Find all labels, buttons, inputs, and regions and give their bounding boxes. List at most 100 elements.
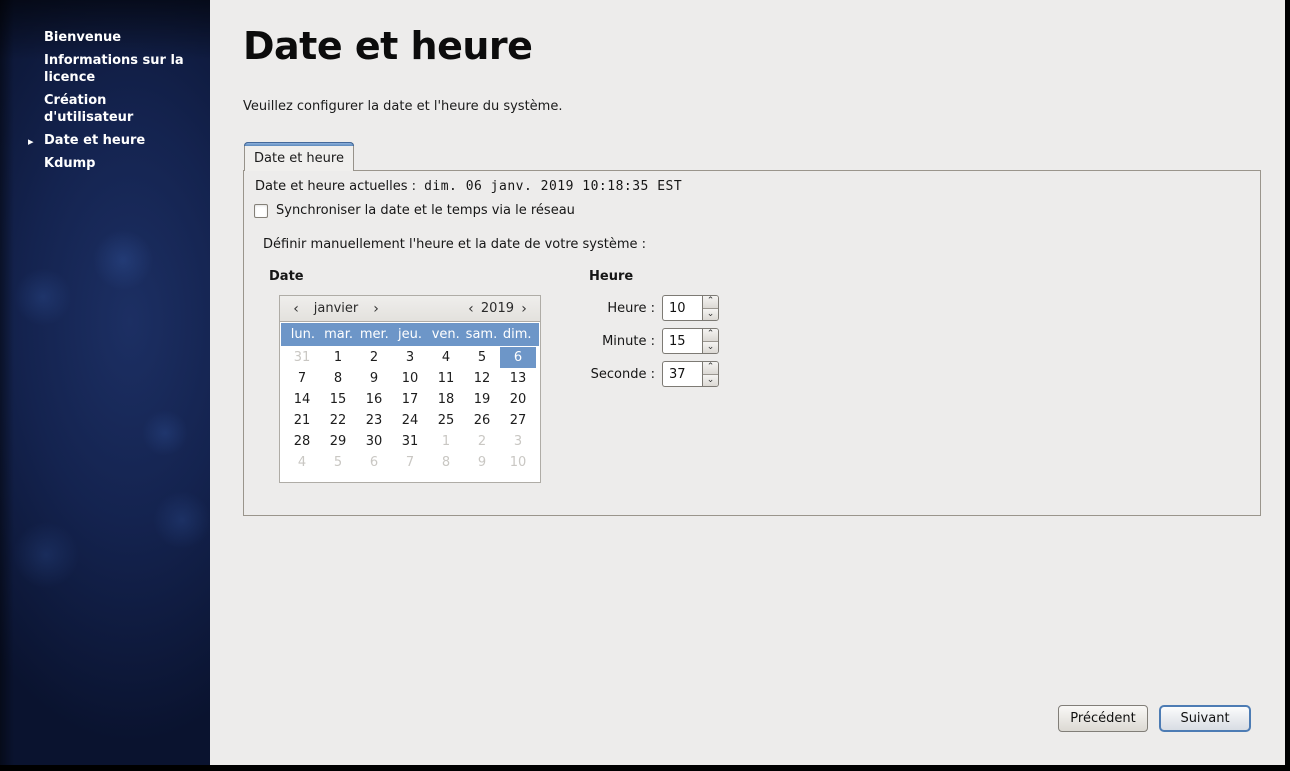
minute-label: Minute : — [602, 333, 655, 349]
calendar-day[interactable]: 18 — [428, 389, 464, 410]
active-step-icon: ▸ — [28, 135, 34, 148]
calendar-day[interactable]: 23 — [356, 410, 392, 431]
sidebar-item-label: Kdump — [44, 156, 96, 171]
calendar-day[interactable]: 21 — [284, 410, 320, 431]
minute-spinbox: ⌃ ⌄ — [662, 328, 719, 354]
calendar-day[interactable]: 19 — [464, 389, 500, 410]
calendar-week: 28 29 30 31 1 2 3 — [284, 431, 536, 452]
calendar-day[interactable]: 8 — [428, 452, 464, 473]
time-section-label: Heure — [589, 269, 634, 284]
calendar-day[interactable]: 4 — [284, 452, 320, 473]
second-spin-buttons: ⌃ ⌄ — [702, 361, 719, 387]
calendar-day[interactable]: 29 — [320, 431, 356, 452]
calendar-day[interactable]: 17 — [392, 389, 428, 410]
calendar-nav: ‹ janvier › ‹ 2019 › — [280, 296, 540, 322]
calendar-day[interactable]: 13 — [500, 368, 536, 389]
next-button[interactable]: Suivant — [1159, 705, 1251, 732]
calendar-day[interactable]: 1 — [320, 347, 356, 368]
day-name: lun. — [290, 327, 315, 342]
second-input[interactable] — [662, 361, 702, 387]
calendar-day[interactable]: 5 — [464, 347, 500, 368]
calendar-day[interactable]: 1 — [428, 431, 464, 452]
hour-spin-buttons: ⌃ ⌄ — [702, 295, 719, 321]
sidebar-item-licence[interactable]: ▸ Informations sur la licence — [0, 49, 210, 89]
spin-down-icon[interactable]: ⌄ — [703, 374, 718, 386]
spin-up-icon[interactable]: ⌃ — [703, 329, 718, 342]
tab-date-et-heure[interactable]: Date et heure — [244, 142, 354, 171]
calendar-day[interactable]: 10 — [392, 368, 428, 389]
main-content: Date et heure Veuillez configurer la dat… — [210, 0, 1285, 765]
calendar-day[interactable]: 4 — [428, 347, 464, 368]
calendar-day-names: lun. mar. mer. jeu. ven. sam. dim. — [281, 323, 539, 346]
prev-month-icon[interactable]: ‹ — [288, 301, 304, 317]
ntp-sync-label[interactable]: Synchroniser la date et le temps via le … — [276, 203, 575, 218]
sidebar-item-kdump[interactable]: ▸ Kdump — [0, 152, 210, 175]
spin-up-icon[interactable]: ⌃ — [703, 296, 718, 309]
calendar-day-selected[interactable]: 6 — [500, 347, 536, 368]
calendar-day[interactable]: 27 — [500, 410, 536, 431]
spin-up-icon[interactable]: ⌃ — [703, 362, 718, 375]
calendar-day[interactable]: 7 — [392, 452, 428, 473]
calendar-day[interactable]: 7 — [284, 368, 320, 389]
next-year-icon[interactable]: › — [516, 301, 532, 317]
calendar-day[interactable]: 5 — [320, 452, 356, 473]
active-tab-accent — [244, 142, 354, 146]
calendar-day[interactable]: 11 — [428, 368, 464, 389]
calendar-day[interactable]: 24 — [392, 410, 428, 431]
ntp-sync-checkbox[interactable] — [254, 203, 268, 218]
date-time-panel: Date et heure actuelles : dim. 06 janv. … — [243, 170, 1261, 516]
time-fields: Heure : ⌃ ⌄ Minute : ⌃ — [544, 295, 719, 394]
sidebar-item-date-et-heure[interactable]: ▸ Date et heure — [0, 129, 210, 152]
sidebar-item-label: Création d'utilisateur — [44, 93, 134, 125]
calendar-day[interactable]: 16 — [356, 389, 392, 410]
minute-row: Minute : ⌃ ⌄ — [544, 328, 719, 354]
calendar-day[interactable]: 9 — [464, 452, 500, 473]
current-datetime-label: Date et heure actuelles : — [255, 179, 417, 194]
calendar-day[interactable]: 10 — [500, 452, 536, 473]
day-name: mer. — [359, 327, 389, 342]
calendar-week: 14 15 16 17 18 19 20 — [284, 389, 536, 410]
sidebar-item-label: Bienvenue — [44, 30, 122, 45]
calendar-day[interactable]: 2 — [464, 431, 500, 452]
screen-bottom-edge — [0, 765, 1290, 771]
current-datetime-row: Date et heure actuelles : dim. 06 janv. … — [255, 179, 682, 194]
calendar-day[interactable]: 2 — [356, 347, 392, 368]
sidebar-item-label: Informations sur la licence — [44, 53, 184, 85]
calendar-day[interactable]: 12 — [464, 368, 500, 389]
current-datetime-value: dim. 06 janv. 2019 10:18:35 EST — [424, 179, 683, 194]
calendar-day[interactable]: 26 — [464, 410, 500, 431]
hour-row: Heure : ⌃ ⌄ — [544, 295, 719, 321]
day-name: jeu. — [398, 327, 422, 342]
prev-year-icon[interactable]: ‹ — [463, 301, 479, 317]
sidebar-item-bienvenue[interactable]: ▸ Bienvenue — [0, 26, 210, 49]
calendar-day[interactable]: 8 — [320, 368, 356, 389]
calendar-day[interactable]: 15 — [320, 389, 356, 410]
calendar-day[interactable]: 3 — [500, 431, 536, 452]
spin-down-icon[interactable]: ⌄ — [703, 341, 718, 353]
calendar-day[interactable]: 28 — [284, 431, 320, 452]
calendar-day[interactable]: 6 — [356, 452, 392, 473]
spin-down-icon[interactable]: ⌄ — [703, 308, 718, 320]
minute-input[interactable] — [662, 328, 702, 354]
calendar-day[interactable]: 25 — [428, 410, 464, 431]
next-month-icon[interactable]: › — [368, 301, 384, 317]
calendar-day[interactable]: 30 — [356, 431, 392, 452]
day-name: sam. — [465, 327, 498, 342]
hour-spinbox: ⌃ ⌄ — [662, 295, 719, 321]
calendar-day[interactable]: 22 — [320, 410, 356, 431]
calendar-day[interactable]: 31 — [284, 347, 320, 368]
sidebar-item-creation-utilisateur[interactable]: ▸ Création d'utilisateur — [0, 89, 210, 129]
hour-input[interactable] — [662, 295, 702, 321]
calendar-day[interactable]: 14 — [284, 389, 320, 410]
previous-button[interactable]: Précédent — [1058, 705, 1148, 732]
calendar-week: 4 5 6 7 8 9 10 — [284, 452, 536, 473]
page-title: Date et heure — [243, 24, 533, 68]
date-section-label: Date — [269, 269, 304, 284]
calendar-day[interactable]: 9 — [356, 368, 392, 389]
screen-right-edge — [1285, 0, 1290, 771]
calendar-day[interactable]: 31 — [392, 431, 428, 452]
second-label: Seconde : — [590, 366, 655, 382]
calendar-day[interactable]: 3 — [392, 347, 428, 368]
calendar-day[interactable]: 20 — [500, 389, 536, 410]
calendar-week: 21 22 23 24 25 26 27 — [284, 410, 536, 431]
